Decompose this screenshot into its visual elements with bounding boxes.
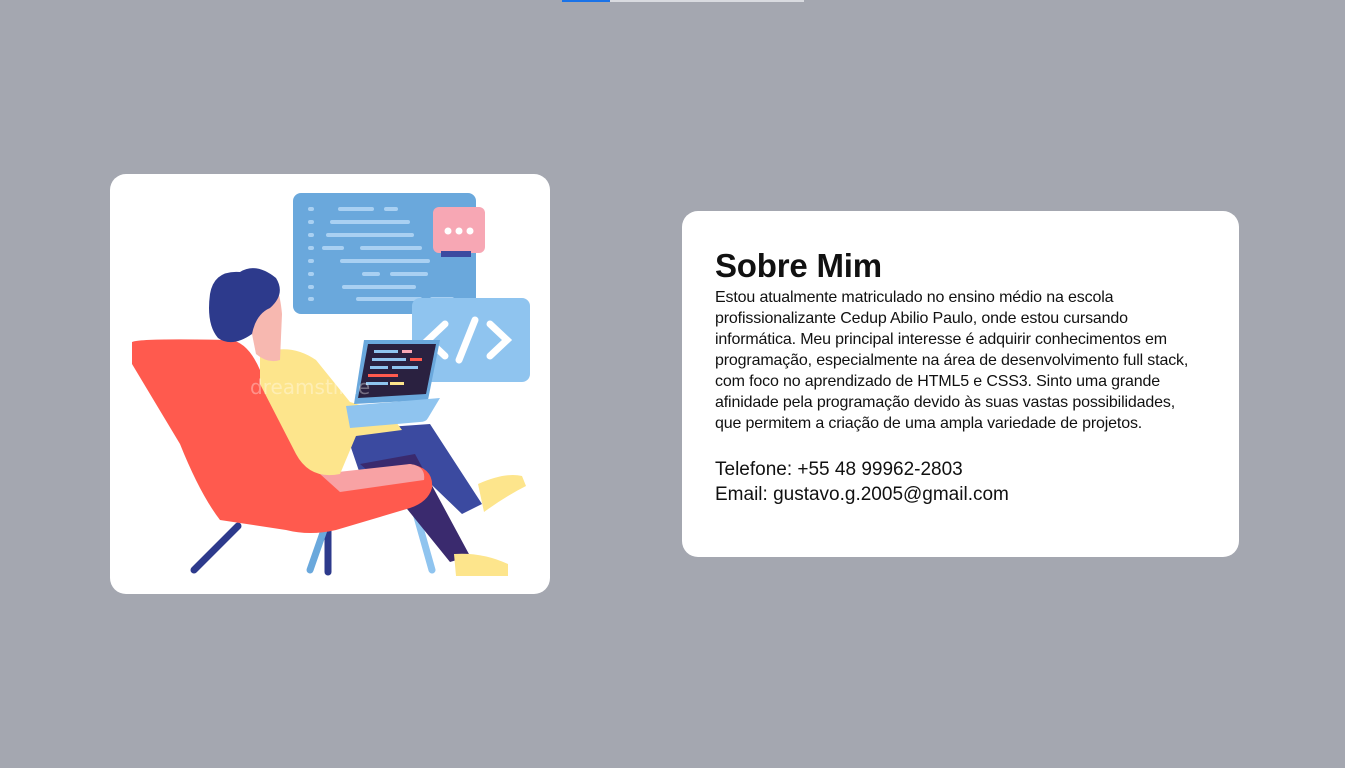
about-description: Estou atualmente matriculado no ensino m…	[715, 289, 1189, 432]
top-scroll-indicator	[562, 0, 804, 2]
illustration-card: dreamstime	[110, 174, 550, 594]
indicator-track	[610, 0, 804, 2]
email-text: Email: gustavo.g.2005@gmail.com	[715, 484, 1009, 505]
phone-text: Telefone: +55 48 99962-2803	[715, 459, 963, 480]
about-title: Sobre Mim	[715, 247, 882, 284]
developer-illustration: dreamstime	[132, 193, 530, 576]
indicator-active-segment	[562, 0, 610, 2]
watermark-text: dreamstime	[250, 375, 370, 399]
about-card: Sobre Mim Estou atualmente matriculado n…	[682, 211, 1239, 557]
contact-info: Telefone: +55 48 99962-2803 Email: gusta…	[715, 457, 1206, 507]
